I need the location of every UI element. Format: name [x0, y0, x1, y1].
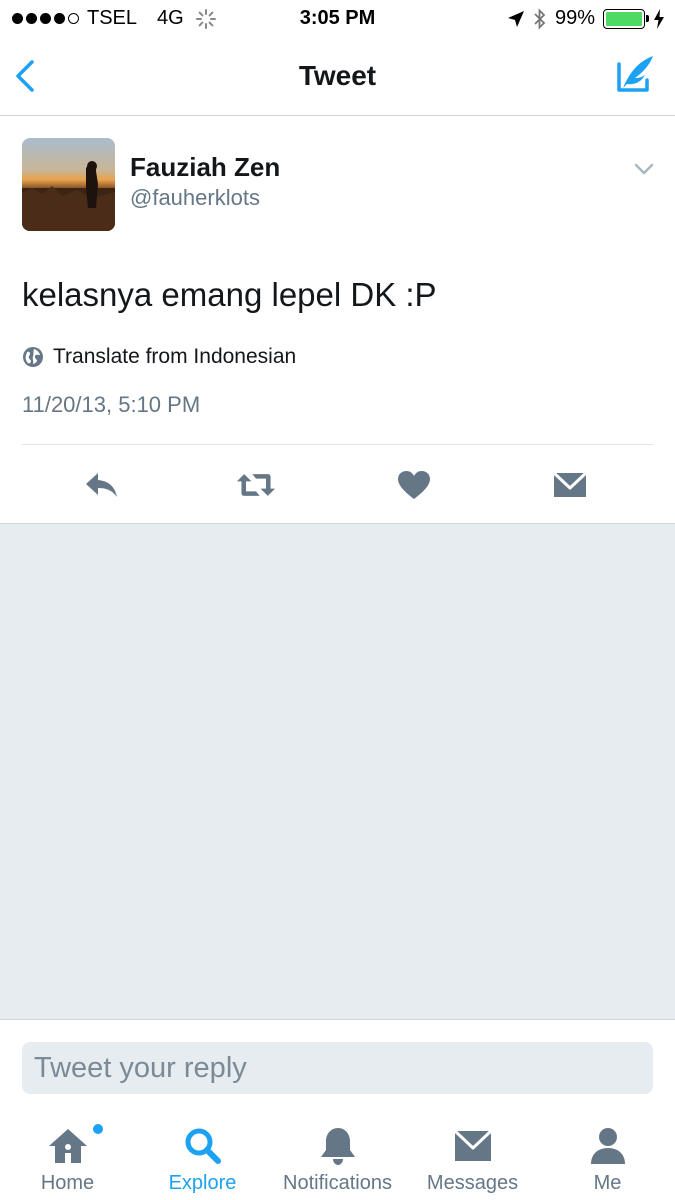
tweet-actions	[0, 460, 675, 510]
page-title: Tweet	[298, 60, 377, 91]
divider	[22, 444, 653, 445]
tab-messages[interactable]: Messages	[405, 1108, 540, 1200]
envelope-icon	[453, 1129, 492, 1161]
translate-label: Translate from Indonesian	[53, 345, 297, 368]
tweet-timestamp: 11/20/13, 5:10 PM	[22, 392, 201, 417]
replies-area	[0, 523, 675, 1020]
heart-icon	[398, 471, 430, 499]
charging-bolt-icon	[654, 8, 664, 29]
globe-icon	[23, 347, 43, 367]
tab-label: Notifications	[283, 1172, 392, 1194]
tab-home[interactable]: Home	[0, 1108, 135, 1200]
tab-label: Home	[40, 1172, 95, 1194]
search-icon	[185, 1128, 221, 1164]
notification-dot	[93, 1124, 103, 1134]
status-bar: TSEL 4G 3:05 PM 99%	[0, 0, 675, 38]
tab-label: Messages	[426, 1172, 519, 1194]
tab-me[interactable]: Me	[540, 1108, 675, 1200]
retweet-icon	[236, 474, 276, 496]
home-icon	[48, 1129, 87, 1163]
avatar[interactable]	[22, 138, 115, 231]
display-name[interactable]: Fauziah Zen	[130, 152, 280, 183]
tab-label: Me	[593, 1172, 622, 1194]
direct-message-button[interactable]	[550, 468, 590, 502]
translate-link[interactable]: Translate from Indonesian	[22, 345, 296, 369]
tab-explore[interactable]: Explore	[135, 1108, 270, 1200]
tab-notifications[interactable]: Notifications	[270, 1108, 405, 1200]
bell-icon	[320, 1128, 355, 1165]
envelope-icon	[552, 471, 588, 497]
tweet-options-button[interactable]	[633, 160, 655, 178]
like-button[interactable]	[394, 468, 434, 502]
compose-tweet-button[interactable]	[615, 52, 657, 96]
battery-percent: 99%	[554, 7, 595, 29]
person-icon	[590, 1128, 625, 1164]
avatar-photo	[22, 138, 115, 231]
tweet-text: kelasnya emang lepel DK :P	[22, 276, 437, 313]
tab-label: Explore	[168, 1172, 237, 1194]
tab-bar: Home Explore Notifications Messages Me	[0, 1108, 675, 1200]
reply-input[interactable]	[22, 1042, 653, 1094]
location-arrow-icon	[507, 10, 524, 27]
battery-icon	[603, 8, 649, 29]
user-handle[interactable]: @fauherklots	[130, 185, 260, 211]
retweet-button[interactable]	[236, 468, 276, 502]
reply-icon	[86, 473, 117, 497]
navigation-bar: Tweet	[0, 38, 675, 116]
reply-button[interactable]	[82, 468, 122, 502]
bluetooth-icon	[534, 7, 546, 30]
chevron-down-icon	[634, 163, 654, 175]
compose-tweet-icon	[617, 56, 653, 92]
